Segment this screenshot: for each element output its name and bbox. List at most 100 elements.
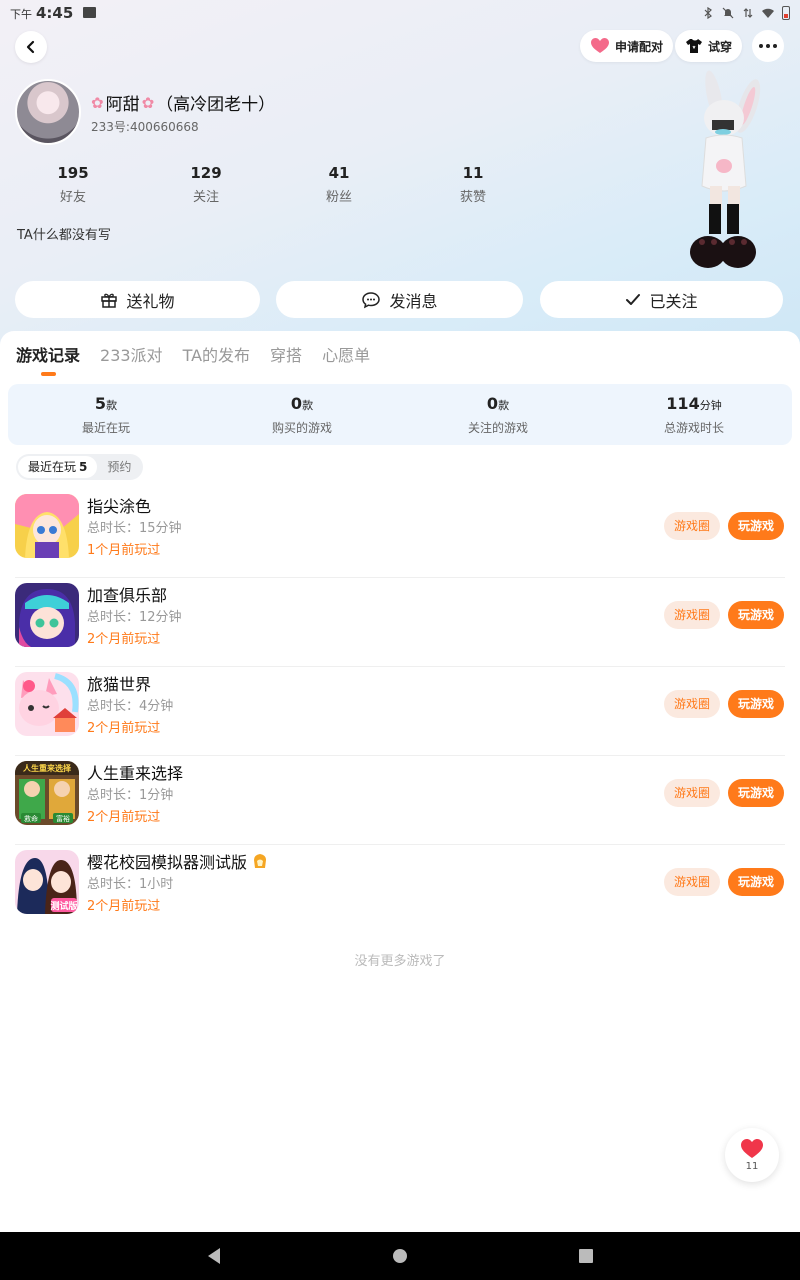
summary-value: 0 (486, 394, 499, 413)
data-arrows-icon (743, 8, 753, 18)
game-circle-button[interactable]: 游戏圈 (664, 690, 720, 718)
stat-label: 关注 (192, 190, 219, 205)
chat-bubble-icon (362, 291, 381, 308)
profile-name-text: 阿甜 (105, 95, 140, 115)
avatar[interactable] (15, 79, 81, 145)
more-dot-icon (773, 44, 777, 48)
summary-total-playtime[interactable]: 114分钟 总游戏时长 (596, 384, 792, 445)
profile-name-suffix: （高冷团老十） (156, 95, 276, 115)
stat-label: 获赞 (459, 190, 486, 205)
filter-reserve[interactable]: 预约 (97, 456, 141, 478)
request-match-label: 申请配对 (615, 39, 664, 54)
summary-recent[interactable]: 5款 最近在玩 (8, 384, 204, 445)
flower-icon: ✿ (91, 93, 104, 112)
game-icon-fingertip-coloring[interactable] (15, 494, 79, 558)
followed-label: 已关注 (649, 291, 698, 311)
mute-icon (722, 7, 734, 19)
image-notification-icon (83, 7, 97, 18)
tab-posts[interactable]: TA的发布 (183, 342, 250, 366)
play-game-button[interactable]: 玩游戏 (728, 601, 784, 629)
stat-label: 好友 (59, 190, 86, 205)
game-circle-button[interactable]: 游戏圈 (664, 779, 720, 807)
game-row[interactable]: 测试版 樱花校园模拟器测试版 总时长：1小时 2个月前玩过 游戏圈 玩游戏 (0, 845, 800, 934)
send-gift-button[interactable]: 送礼物 (15, 281, 260, 318)
game-row[interactable]: 加查俱乐部 总时长：12分钟 2个月前玩过 游戏圈 玩游戏 (0, 578, 800, 667)
heart-pair-icon (591, 38, 609, 53)
summary-label: 总游戏时长 (663, 421, 724, 435)
game-last-played: 2个月前玩过 (87, 899, 161, 914)
game4-right-text: 富裕 (56, 814, 70, 823)
stat-friends[interactable]: 195 好友 (33, 164, 113, 205)
game-row[interactable]: 人生重来选择 救命 富裕 人生重来选择 总时长：1分钟 2个月前玩过 游戏圈 玩… (0, 756, 800, 845)
send-message-label: 发消息 (389, 291, 438, 311)
tab-outfits[interactable]: 穿搭 (270, 342, 302, 366)
game-last-played: 2个月前玩过 (87, 632, 161, 647)
play-game-button[interactable]: 玩游戏 (728, 868, 784, 896)
followed-button[interactable]: 已关注 (540, 281, 783, 318)
game-title-text: 加查俱乐部 (87, 586, 168, 605)
stat-value: 41 (328, 164, 350, 182)
play-game-button[interactable]: 玩游戏 (728, 690, 784, 718)
like-count: 11 (745, 1161, 759, 1172)
try-on-button[interactable]: 试穿 (675, 30, 743, 62)
stat-value: 195 (57, 164, 89, 182)
send-message-button[interactable]: 发消息 (276, 281, 523, 318)
nav-home-icon[interactable] (392, 1248, 408, 1264)
game-icon-gacha-club[interactable] (15, 583, 79, 647)
game-row[interactable]: 旅猫世界 总时长：4分钟 2个月前玩过 游戏圈 玩游戏 (0, 667, 800, 756)
flower-icon: ✿ (141, 93, 155, 112)
game-icon-life-restart-choice[interactable]: 人生重来选择 救命 富裕 (15, 761, 79, 825)
try-on-label: 试穿 (708, 39, 733, 54)
status-bar: 下午 4:45 (0, 0, 800, 26)
game-circle-button[interactable]: 游戏圈 (664, 512, 720, 540)
game5-badge-text: 测试版 (50, 900, 77, 912)
game-filter-toggle: 最近在玩 5 预约 (16, 454, 144, 480)
summary-label: 关注的游戏 (467, 421, 528, 435)
system-navigation-bar (0, 1232, 800, 1280)
game-icon-sakura-school-simulator[interactable]: 测试版 (15, 850, 79, 914)
like-floating-button[interactable]: 11 (725, 1128, 779, 1182)
user-id: 233号:400660668 (91, 120, 199, 134)
summary-followed-games[interactable]: 0款 关注的游戏 (400, 384, 596, 445)
game-circle-button[interactable]: 游戏圈 (664, 868, 720, 896)
more-dot-icon (766, 44, 770, 48)
summary-unit: 款 (106, 399, 118, 412)
game-last-played: 2个月前玩过 (87, 721, 161, 736)
tab-wishlist[interactable]: 心愿单 (322, 342, 370, 366)
stat-fans[interactable]: 41 粉丝 (299, 164, 379, 205)
summary-label: 购买的游戏 (271, 421, 332, 435)
active-tab-indicator (41, 372, 56, 376)
summary-purchased[interactable]: 0款 购买的游戏 (204, 384, 400, 445)
more-dot-icon (759, 44, 763, 48)
filter-recent-count: 5 (79, 460, 88, 474)
stat-likes[interactable]: 11 获赞 (433, 164, 513, 205)
game4-banner-text: 人生重来选择 (23, 763, 72, 773)
game-icon-travel-cat-world[interactable] (15, 672, 79, 736)
summary-unit: 分钟 (699, 399, 722, 412)
tab-233-party[interactable]: 233派对 (100, 342, 163, 366)
game4-left-text: 救命 (24, 814, 38, 823)
game-playtime: 总时长：4分钟 (87, 699, 174, 714)
tshirt-icon (686, 39, 702, 53)
game-title: 指尖涂色 (87, 493, 151, 517)
stat-following[interactable]: 129 关注 (166, 164, 246, 205)
status-time: 4:45 (36, 4, 74, 22)
nav-recents-icon[interactable] (578, 1248, 594, 1264)
tab-game-records[interactable]: 游戏记录 (16, 342, 80, 366)
request-match-button[interactable]: 申请配对 (580, 30, 674, 62)
play-game-button[interactable]: 玩游戏 (728, 779, 784, 807)
send-gift-label: 送礼物 (126, 291, 175, 311)
avatar-character-figure[interactable] (676, 66, 776, 276)
gift-icon (101, 293, 118, 308)
stat-label: 粉丝 (325, 190, 352, 205)
game-row[interactable]: 指尖涂色 总时长：15分钟 1个月前玩过 游戏圈 玩游戏 (0, 489, 800, 578)
back-button[interactable] (15, 31, 47, 63)
game-circle-button[interactable]: 游戏圈 (664, 601, 720, 629)
profile-name: ✿ 阿甜 ✿ （高冷团老十） (91, 90, 276, 116)
more-options-button[interactable] (752, 30, 784, 62)
play-game-button[interactable]: 玩游戏 (728, 512, 784, 540)
filter-recent[interactable]: 最近在玩 5 (18, 456, 98, 478)
wifi-icon (762, 8, 774, 18)
nav-back-icon[interactable] (206, 1247, 222, 1265)
heart-icon (741, 1139, 763, 1158)
